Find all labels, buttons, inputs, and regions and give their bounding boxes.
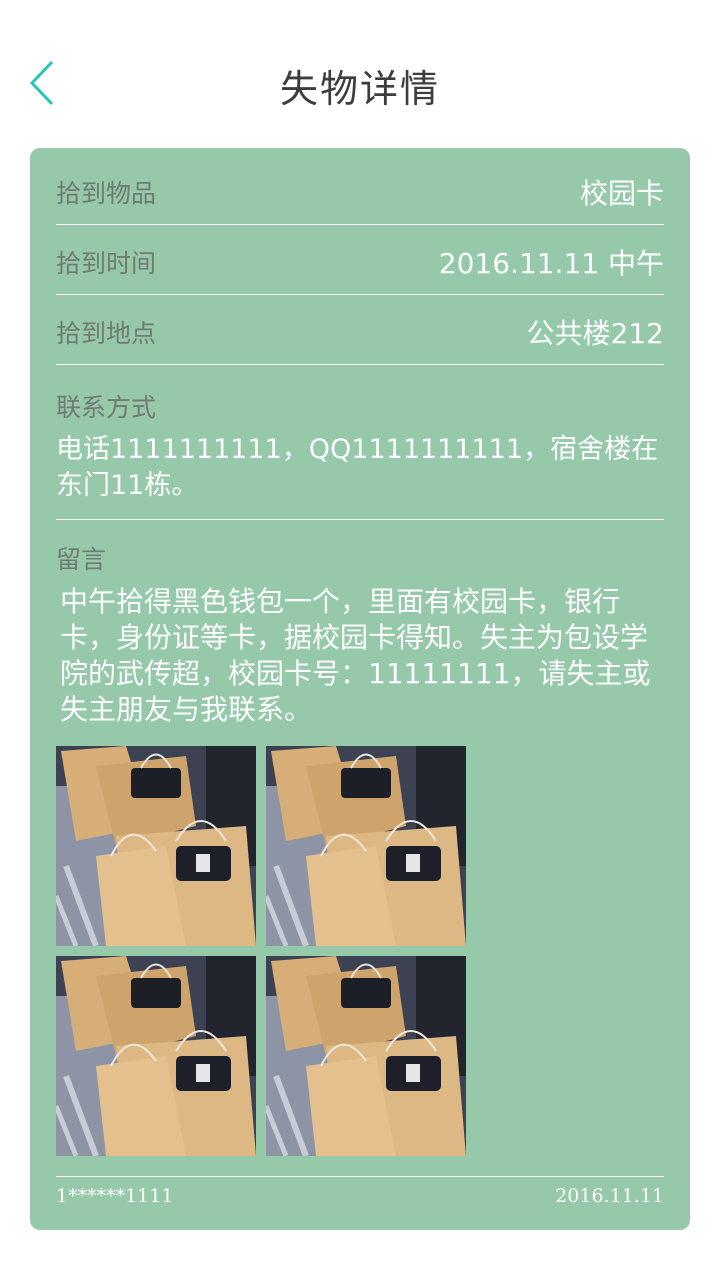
shopping-bags-photo	[56, 746, 256, 946]
contact-text: 电话1111111111，QQ1111111111，宿舍楼在东门11栋。	[56, 434, 659, 501]
footer: 1******1111 2016.11.11	[56, 1176, 664, 1207]
time-row: 拾到时间 2016.11.11 中午	[56, 224, 664, 295]
poster-id: 1******1111	[56, 1185, 174, 1207]
item-row: 拾到物品 校园卡	[56, 154, 664, 225]
item-label: 拾到物品	[56, 179, 157, 208]
header: 失物详情	[0, 0, 720, 148]
photo-thumbnail[interactable]	[266, 746, 466, 946]
time-label: 拾到时间	[56, 249, 157, 278]
photo-grid	[56, 746, 476, 1158]
message-text: 中午拾得黑色钱包一个，里面有校园卡，银行卡，身份证等卡，据校园卡得知。失主为包设…	[60, 585, 651, 726]
place-label: 拾到地点	[56, 319, 157, 348]
post-date: 2016.11.11	[555, 1185, 664, 1207]
contact-section: 联系方式 电话1111111111，QQ1111111111，宿舍楼在东门11栋…	[56, 388, 664, 520]
message-section: 留言 中午拾得黑色钱包一个，里面有校园卡，银行卡，身份证等卡，据校园卡得知。失主…	[56, 540, 664, 728]
shopping-bags-photo	[266, 746, 466, 946]
shopping-bags-photo	[56, 956, 256, 1156]
item-value: 校园卡	[579, 177, 664, 210]
photo-thumbnail[interactable]	[56, 746, 256, 946]
place-row: 拾到地点 公共楼212	[56, 294, 664, 365]
shopping-bags-photo	[266, 956, 466, 1156]
photo-thumbnail[interactable]	[56, 956, 256, 1156]
time-value: 2016.11.11 中午	[438, 247, 664, 280]
page-title: 失物详情	[279, 67, 440, 111]
photo-thumbnail[interactable]	[266, 956, 466, 1156]
message-label: 留言	[56, 545, 107, 574]
detail-card: 拾到物品 校园卡 拾到时间 2016.11.11 中午 拾到地点 公共楼212 …	[30, 148, 690, 1230]
place-value: 公共楼212	[526, 317, 664, 350]
contact-label: 联系方式	[56, 393, 157, 422]
